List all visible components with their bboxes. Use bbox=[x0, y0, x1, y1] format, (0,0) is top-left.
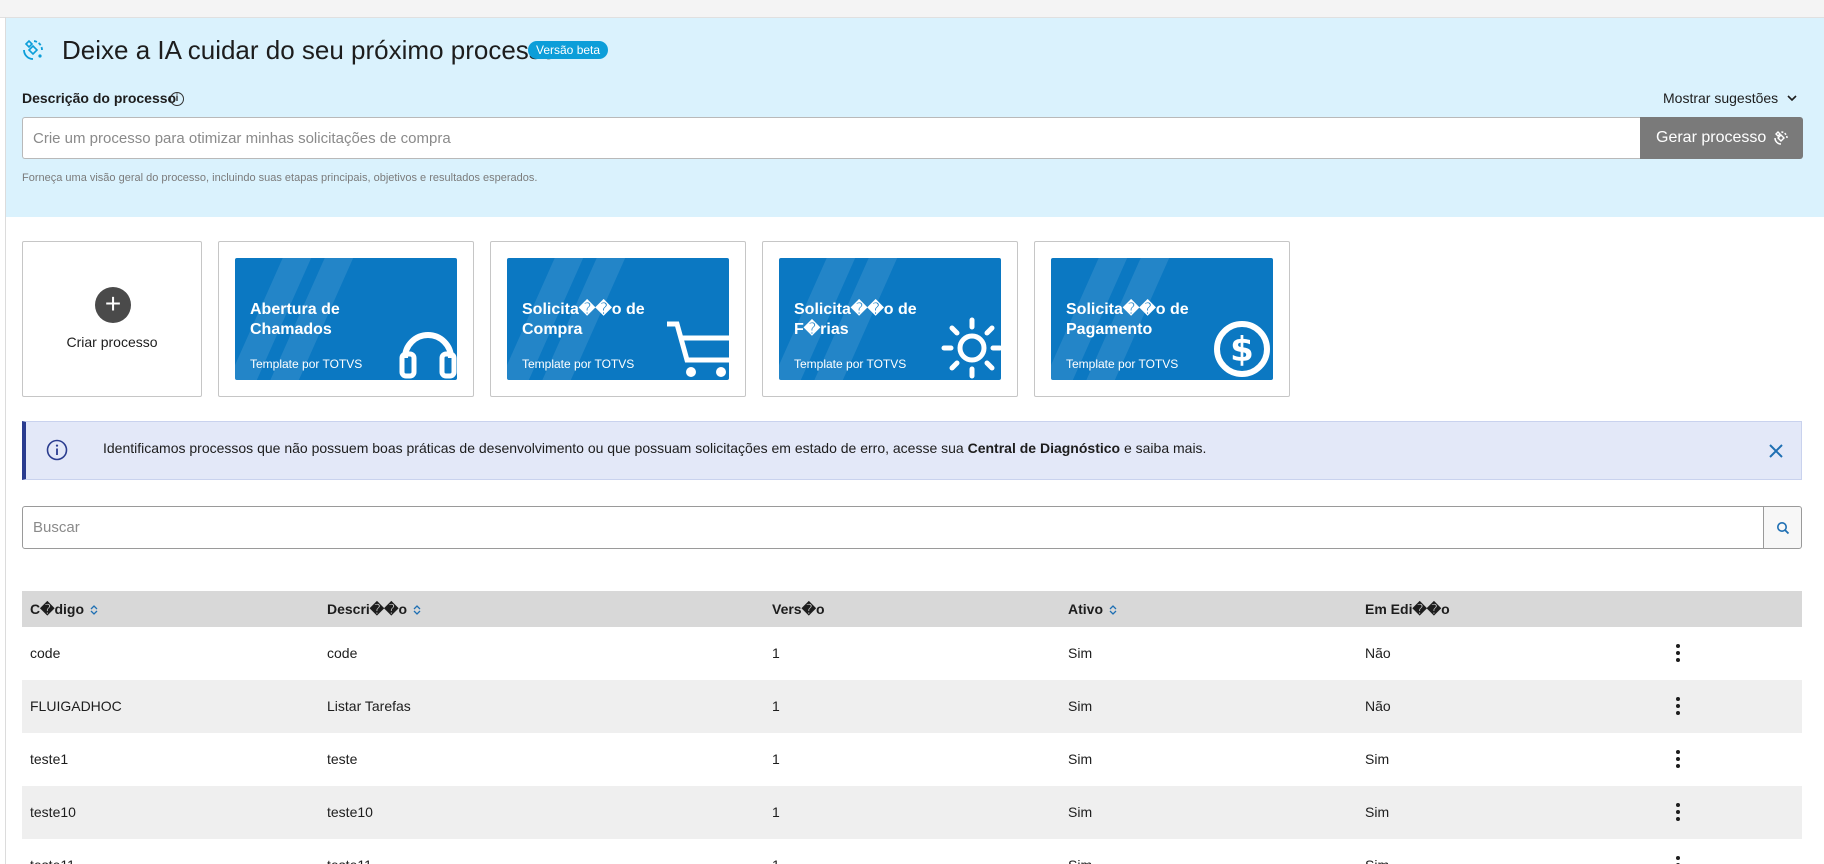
table-row[interactable]: teste11 teste11 1 Sim Sim bbox=[22, 839, 1802, 864]
table-row[interactable]: FLUIGADHOC Listar Tarefas 1 Sim Não bbox=[22, 680, 1802, 733]
info-icon bbox=[46, 439, 68, 461]
column-header-label: Ativo bbox=[1068, 601, 1103, 617]
cell-descricao: teste10 bbox=[327, 804, 373, 820]
cell-versao: 1 bbox=[772, 698, 780, 714]
cell-em-edicao: Não bbox=[1365, 645, 1391, 661]
cell-versao: 1 bbox=[772, 804, 780, 820]
template-banner: Solicita��o de F�rias Template por TOTVS bbox=[779, 258, 1001, 380]
template-card-pagamento[interactable]: Solicita��o de Pagamento Template por TO… bbox=[1034, 241, 1290, 397]
process-description-helper: Forneça uma visão geral do processo, inc… bbox=[22, 172, 538, 184]
template-banner: Solicita��o de Pagamento Template por TO… bbox=[1051, 258, 1273, 380]
cell-em-edicao: Sim bbox=[1365, 804, 1390, 820]
ai-banner-title: Deixe a IA cuidar do seu próximo process… bbox=[62, 35, 557, 65]
process-description-label: Descrição do processo bbox=[22, 90, 177, 106]
dollar-icon: $ bbox=[1214, 321, 1270, 377]
browser-top-strip bbox=[0, 0, 1824, 18]
ai-sparkle-icon bbox=[1774, 131, 1788, 145]
cell-ativo: Sim bbox=[1068, 751, 1093, 767]
cell-ativo: Sim bbox=[1068, 698, 1093, 714]
table-header: C�digo Descri��o Vers�o Ativo Em Edi��o bbox=[22, 591, 1802, 627]
generate-process-label: Gerar processo bbox=[1656, 129, 1767, 146]
cell-descricao: code bbox=[327, 645, 358, 661]
sort-icon[interactable] bbox=[413, 604, 421, 616]
table-row[interactable]: code code 1 Sim Não bbox=[22, 627, 1802, 680]
cell-em-edicao: Sim bbox=[1365, 751, 1390, 767]
template-title: Solicita��o de Pagamento bbox=[1066, 301, 1189, 338]
table-row[interactable]: teste1 teste 1 Sim Sim bbox=[22, 733, 1802, 786]
notice-text-after: e saiba mais. bbox=[1120, 440, 1207, 456]
diagnostic-notice: Identificamos processos que não possuem … bbox=[22, 421, 1802, 480]
cell-ativo: Sim bbox=[1068, 839, 1092, 864]
sun-icon bbox=[941, 317, 1001, 379]
cart-icon bbox=[667, 321, 729, 377]
cell-descricao: teste11 bbox=[327, 839, 372, 864]
search-button[interactable] bbox=[1763, 506, 1802, 549]
create-process-card[interactable]: + Criar processo bbox=[22, 241, 202, 397]
template-subtitle: Template por TOTVS bbox=[1066, 357, 1179, 371]
cell-versao: 1 bbox=[772, 839, 780, 864]
create-process-label: Criar processo bbox=[66, 334, 158, 350]
cell-ativo: Sim bbox=[1068, 645, 1093, 661]
show-suggestions-toggle[interactable]: Mostrar sugestões bbox=[1663, 90, 1778, 106]
template-card-chamados[interactable]: Abertura de Chamados Template por TOTVS bbox=[218, 241, 474, 397]
column-header-descricao[interactable]: Descri��o bbox=[327, 591, 421, 627]
column-header-label: Descri��o bbox=[327, 601, 408, 617]
template-subtitle: Template por TOTVS bbox=[250, 357, 363, 371]
row-actions-icon[interactable] bbox=[1672, 644, 1684, 662]
template-banner: Abertura de Chamados Template por TOTVS bbox=[235, 258, 457, 380]
template-subtitle: Template por TOTVS bbox=[522, 357, 635, 371]
cell-em-edicao: Não bbox=[1365, 698, 1391, 714]
ai-sparkle-icon bbox=[23, 39, 43, 60]
process-description-input[interactable] bbox=[22, 117, 1642, 159]
column-header-codigo[interactable]: C�digo bbox=[30, 591, 98, 627]
plus-icon: + bbox=[95, 287, 131, 323]
search-icon bbox=[1777, 522, 1790, 535]
table-row[interactable]: teste10 teste10 1 Sim Sim bbox=[22, 786, 1802, 839]
template-card-compra[interactable]: Solicita��o de Compra Template por TOTVS bbox=[490, 241, 746, 397]
column-header-versao: Vers�o bbox=[772, 601, 825, 617]
template-banner: Solicita��o de Compra Template por TOTVS bbox=[507, 258, 729, 380]
cell-codigo: teste11 bbox=[30, 839, 75, 864]
column-header-ativo[interactable]: Ativo bbox=[1068, 591, 1117, 627]
sort-icon[interactable] bbox=[90, 604, 98, 616]
generate-process-button[interactable]: Gerar processo bbox=[1640, 117, 1803, 159]
cell-codigo: FLUIGADHOC bbox=[30, 698, 122, 714]
row-actions-icon[interactable] bbox=[1672, 697, 1684, 715]
close-icon[interactable] bbox=[1767, 442, 1785, 460]
row-actions-icon[interactable] bbox=[1672, 856, 1684, 864]
template-title: Solicita��o de Compra bbox=[522, 301, 645, 338]
cell-versao: 1 bbox=[772, 751, 780, 767]
sort-icon[interactable] bbox=[1109, 604, 1117, 616]
cell-versao: 1 bbox=[772, 645, 780, 661]
column-header-em-edicao: Em Edi��o bbox=[1365, 601, 1450, 617]
chevron-down-icon[interactable] bbox=[1786, 92, 1798, 104]
row-actions-icon[interactable] bbox=[1672, 803, 1684, 821]
diagnostic-center-link[interactable]: Central de Diagnóstico bbox=[968, 440, 1120, 456]
template-subtitle: Template por TOTVS bbox=[794, 357, 907, 371]
cell-codigo: teste10 bbox=[30, 804, 76, 820]
template-card-ferias[interactable]: Solicita��o de F�rias Template por TOTVS bbox=[762, 241, 1018, 397]
cell-codigo: code bbox=[30, 645, 61, 661]
notice-text: Identificamos processos que não possuem … bbox=[103, 440, 1206, 456]
template-title: Solicita��o de F�rias bbox=[794, 301, 917, 338]
row-actions-icon[interactable] bbox=[1672, 750, 1684, 768]
info-icon[interactable]: i bbox=[170, 92, 184, 106]
template-title: Abertura de Chamados bbox=[250, 301, 340, 338]
cell-ativo: Sim bbox=[1068, 804, 1093, 820]
search-input[interactable] bbox=[22, 506, 1764, 549]
cell-descricao: Listar Tarefas bbox=[327, 698, 411, 714]
beta-badge: Versão beta bbox=[528, 41, 609, 59]
column-header-label: C�digo bbox=[30, 601, 85, 617]
cell-em-edicao: Sim bbox=[1365, 839, 1389, 864]
svg-text:$: $ bbox=[1230, 330, 1254, 370]
cell-descricao: teste bbox=[327, 751, 358, 767]
headset-icon bbox=[399, 332, 457, 379]
cell-codigo: teste1 bbox=[30, 751, 69, 767]
notice-text-before: Identificamos processos que não possuem … bbox=[103, 440, 968, 456]
